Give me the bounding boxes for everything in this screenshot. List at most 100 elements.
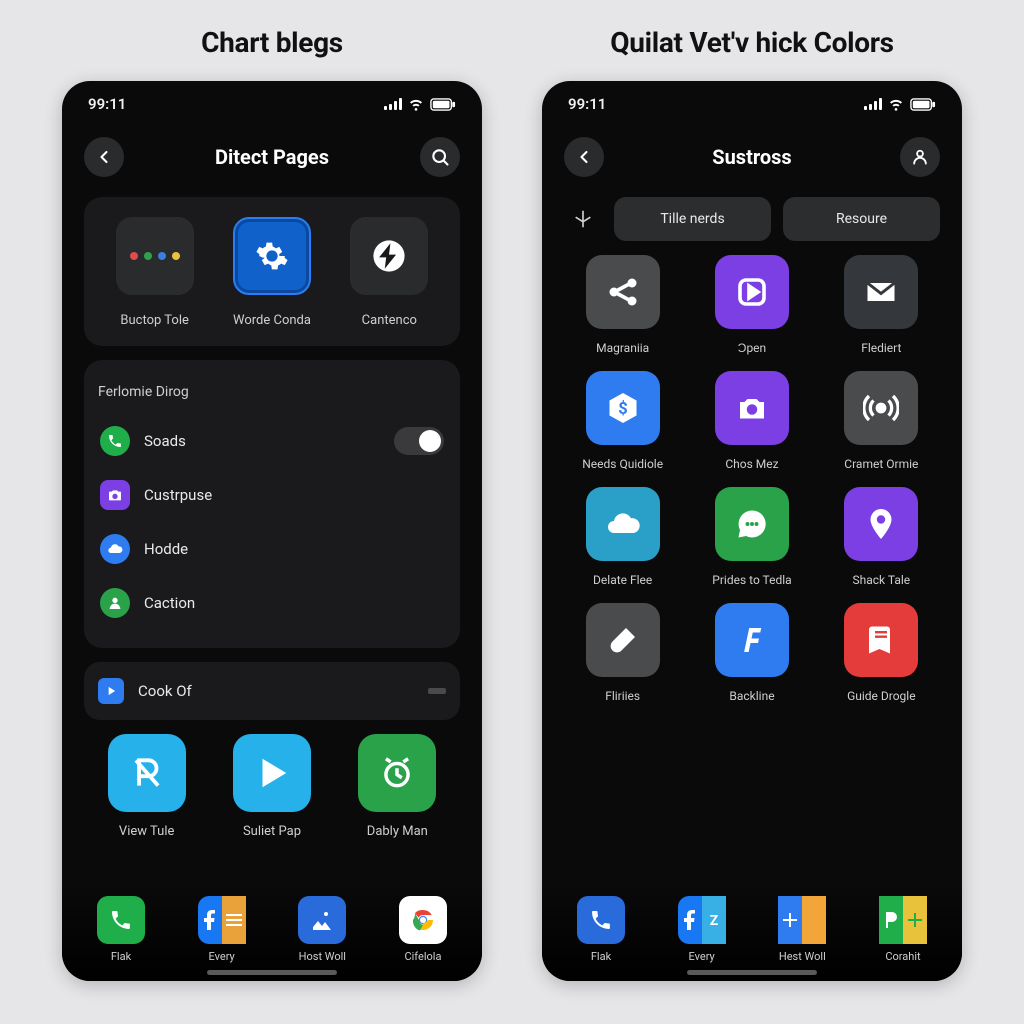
- app-chos-mez[interactable]: Chos Mez: [693, 371, 810, 471]
- grid-label: Ɔpen: [738, 341, 766, 355]
- toggle[interactable]: [394, 427, 444, 455]
- dots-icon: [116, 217, 194, 295]
- app-shack-tale[interactable]: Shack Tale: [823, 487, 940, 587]
- chip-resoure[interactable]: Resoure: [783, 197, 940, 241]
- chip-tile-nerds[interactable]: Tille nerds: [614, 197, 771, 241]
- dock-flak[interactable]: Flak: [80, 896, 162, 963]
- facebook-icon: [198, 896, 246, 944]
- cookof-row[interactable]: Cook Of: [84, 662, 460, 720]
- app-fliriies[interactable]: Fliriies: [564, 603, 681, 703]
- dock-label: Hest Woll: [779, 950, 826, 963]
- grid-label: Guide Drogle: [847, 689, 916, 703]
- grid-label: Prides to Tedla: [712, 573, 791, 587]
- left-phone: 99:11 Ditect Pages Buctop Tole: [62, 81, 482, 981]
- phone-icon: [97, 896, 145, 944]
- tile-label: Buctop Tole: [120, 313, 188, 328]
- dock-every[interactable]: Every: [181, 896, 263, 963]
- alarm-icon: [358, 734, 436, 812]
- app-grid: Magraniia Ɔpen Flediert $Needs Quidiole …: [542, 255, 962, 703]
- dock: Flak ZEvery Hest Woll Corahit: [542, 882, 962, 981]
- dock-every[interactable]: ZEvery: [661, 896, 743, 963]
- phone-icon: [577, 896, 625, 944]
- app-needs-quidiole[interactable]: $ Needs Quidiole: [564, 371, 681, 471]
- broadcast-icon: [844, 371, 918, 445]
- app-dably-man[interactable]: Dably Man: [343, 734, 451, 839]
- list-card: Ferlomie Dirog Soads Custrpuse Hodde Cac…: [84, 360, 460, 648]
- signal-icon: [864, 98, 882, 110]
- profile-button[interactable]: [900, 137, 940, 177]
- star-icon[interactable]: [564, 200, 602, 238]
- app-suliet-pap[interactable]: Suliet Pap: [218, 734, 326, 839]
- grid-label: Backline: [729, 689, 774, 703]
- status-time: 99:11: [88, 95, 126, 113]
- dock-label: Host Woll: [299, 950, 346, 963]
- wifi-icon: [888, 96, 904, 112]
- home-indicator[interactable]: [687, 970, 817, 975]
- app-backline[interactable]: Backline: [693, 603, 810, 703]
- app-label: View Tule: [119, 824, 174, 839]
- app-cramet-ormie[interactable]: Cramet Ormie: [823, 371, 940, 471]
- back-button[interactable]: [84, 137, 124, 177]
- wifi-icon: [408, 96, 424, 112]
- plus-icon: [778, 896, 826, 944]
- status-bar: 99:11: [62, 81, 482, 119]
- right-heading: Quilat Vet'v hick Colors: [610, 26, 894, 59]
- tiles-card: Buctop Tole Worde Conda Cantenco: [84, 197, 460, 346]
- play-icon: [233, 734, 311, 812]
- p-icon: [879, 896, 927, 944]
- grid-label: Magraniia: [596, 341, 649, 355]
- dock-hestwoll[interactable]: Hest Woll: [761, 896, 843, 963]
- app-label: Dably Man: [367, 824, 428, 839]
- app-guide-drogle[interactable]: Guide Drogle: [823, 603, 940, 703]
- play-icon: [98, 678, 124, 704]
- tile-cantenco[interactable]: Cantenco: [334, 217, 444, 328]
- list-item-custrpuse[interactable]: Custrpuse: [96, 468, 448, 522]
- back-button[interactable]: [564, 137, 604, 177]
- tile-buctop[interactable]: Buctop Tole: [100, 217, 210, 328]
- phone-icon: [100, 426, 130, 456]
- list-item-soads[interactable]: Soads: [96, 414, 448, 468]
- dock-cifelola[interactable]: Cifelola: [382, 896, 464, 963]
- list-item-hodde[interactable]: Hodde: [96, 522, 448, 576]
- nav-bar: Sustross: [542, 119, 962, 197]
- dollar-icon: $: [586, 371, 660, 445]
- f-icon: [715, 603, 789, 677]
- grid-label: Fliriies: [605, 689, 640, 703]
- app-delate-flee[interactable]: Delate Flee: [564, 487, 681, 587]
- dock-label: Corahit: [885, 950, 920, 963]
- chat-icon: [715, 487, 789, 561]
- camera-icon: [715, 371, 789, 445]
- signal-icon: [384, 98, 402, 110]
- tile-worde[interactable]: Worde Conda: [217, 217, 327, 328]
- grid-label: Chos Mez: [725, 457, 778, 471]
- dock: Flak Every Host Woll Cifelola: [62, 882, 482, 981]
- share-icon: [586, 255, 660, 329]
- grid-label: Needs Quidiole: [582, 457, 663, 471]
- app-prides-tedla[interactable]: Prides to Tedla: [693, 487, 810, 587]
- list-label: Soads: [144, 432, 186, 450]
- status-bar: 99:11: [542, 81, 962, 119]
- dock-hostwoll[interactable]: Host Woll: [281, 896, 363, 963]
- pin-icon: [844, 487, 918, 561]
- page-title: Ditect Pages: [215, 145, 329, 169]
- grid-label: Delate Flee: [593, 573, 652, 587]
- picture-icon: [298, 896, 346, 944]
- dock-corahit[interactable]: Corahit: [862, 896, 944, 963]
- list-item-caction[interactable]: Caction: [96, 576, 448, 630]
- search-button[interactable]: [420, 137, 460, 177]
- home-indicator[interactable]: [207, 970, 337, 975]
- section-heading: Ferlomie Dirog: [98, 384, 446, 400]
- mail-icon: [844, 255, 918, 329]
- dock-flak[interactable]: Flak: [560, 896, 642, 963]
- dock-label: Flak: [591, 950, 611, 963]
- svg-text:Z: Z: [709, 913, 718, 929]
- app-magraniia[interactable]: Magraniia: [564, 255, 681, 355]
- grid-label: Shack Tale: [852, 573, 910, 587]
- chrome-icon: [399, 896, 447, 944]
- app-view-tule[interactable]: View Tule: [93, 734, 201, 839]
- app-open[interactable]: Ɔpen: [693, 255, 810, 355]
- app-flediert[interactable]: Flediert: [823, 255, 940, 355]
- cloud-icon: [586, 487, 660, 561]
- thin-label: Cook Of: [138, 682, 192, 700]
- facebook-icon: Z: [678, 896, 726, 944]
